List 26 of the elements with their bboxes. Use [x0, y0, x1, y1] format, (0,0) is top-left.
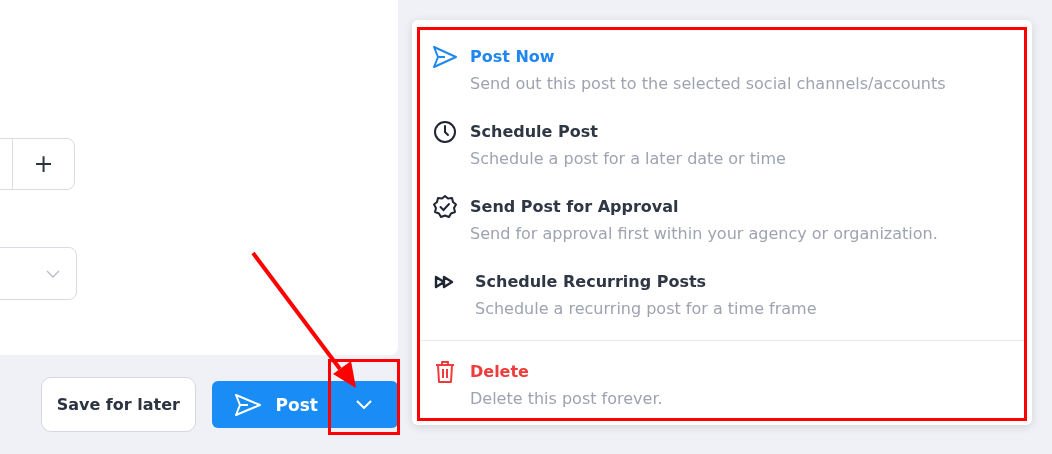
save-for-later-button[interactable]: Save for later — [41, 377, 196, 432]
clock-icon — [433, 120, 457, 144]
menu-item[interactable]: Delete Delete this post forever. — [412, 341, 1032, 416]
menu-item-description: Schedule a post for a later date or time — [470, 148, 786, 170]
menu-item-title: Schedule Recurring Posts — [475, 271, 708, 293]
chevron-down-icon — [46, 269, 60, 278]
quantity-field[interactable]: + — [0, 138, 75, 190]
trash-icon — [434, 360, 456, 384]
menu-item-description: Send out this post to the selected social channels/accounts — [470, 73, 946, 95]
menu-item[interactable]: Schedule Post Schedule a post for a later date or time — [412, 108, 1032, 183]
menu-item[interactable]: Send Post for Approval Send for approval first within your agency or organization. — [412, 183, 1032, 258]
menu-item[interactable]: Schedule Recurring Posts Schedule a recurring post for a time frame — [412, 258, 1032, 333]
fast-forward-icon — [434, 275, 456, 289]
menu-item-description: Schedule a recurring post for a time frame — [475, 298, 817, 320]
menu-item-description: Delete this post forever. — [470, 388, 663, 410]
badge-check-icon — [432, 194, 458, 220]
chevron-down-icon — [356, 400, 372, 409]
menu-item[interactable]: Post Now Send out this post to the selected social channels/accounts — [412, 33, 1032, 108]
menu-item-title: Delete — [470, 361, 530, 383]
menu-item-title: Schedule Post — [470, 121, 599, 143]
menu-item-title: Send Post for Approval — [470, 196, 680, 218]
menu-item-description: Send for approval first within your agency or organization. — [470, 223, 938, 245]
send-icon — [233, 392, 262, 417]
menu-item-title: Post Now — [470, 46, 556, 68]
send-icon — [432, 45, 458, 69]
increment-button[interactable]: + — [13, 139, 74, 189]
